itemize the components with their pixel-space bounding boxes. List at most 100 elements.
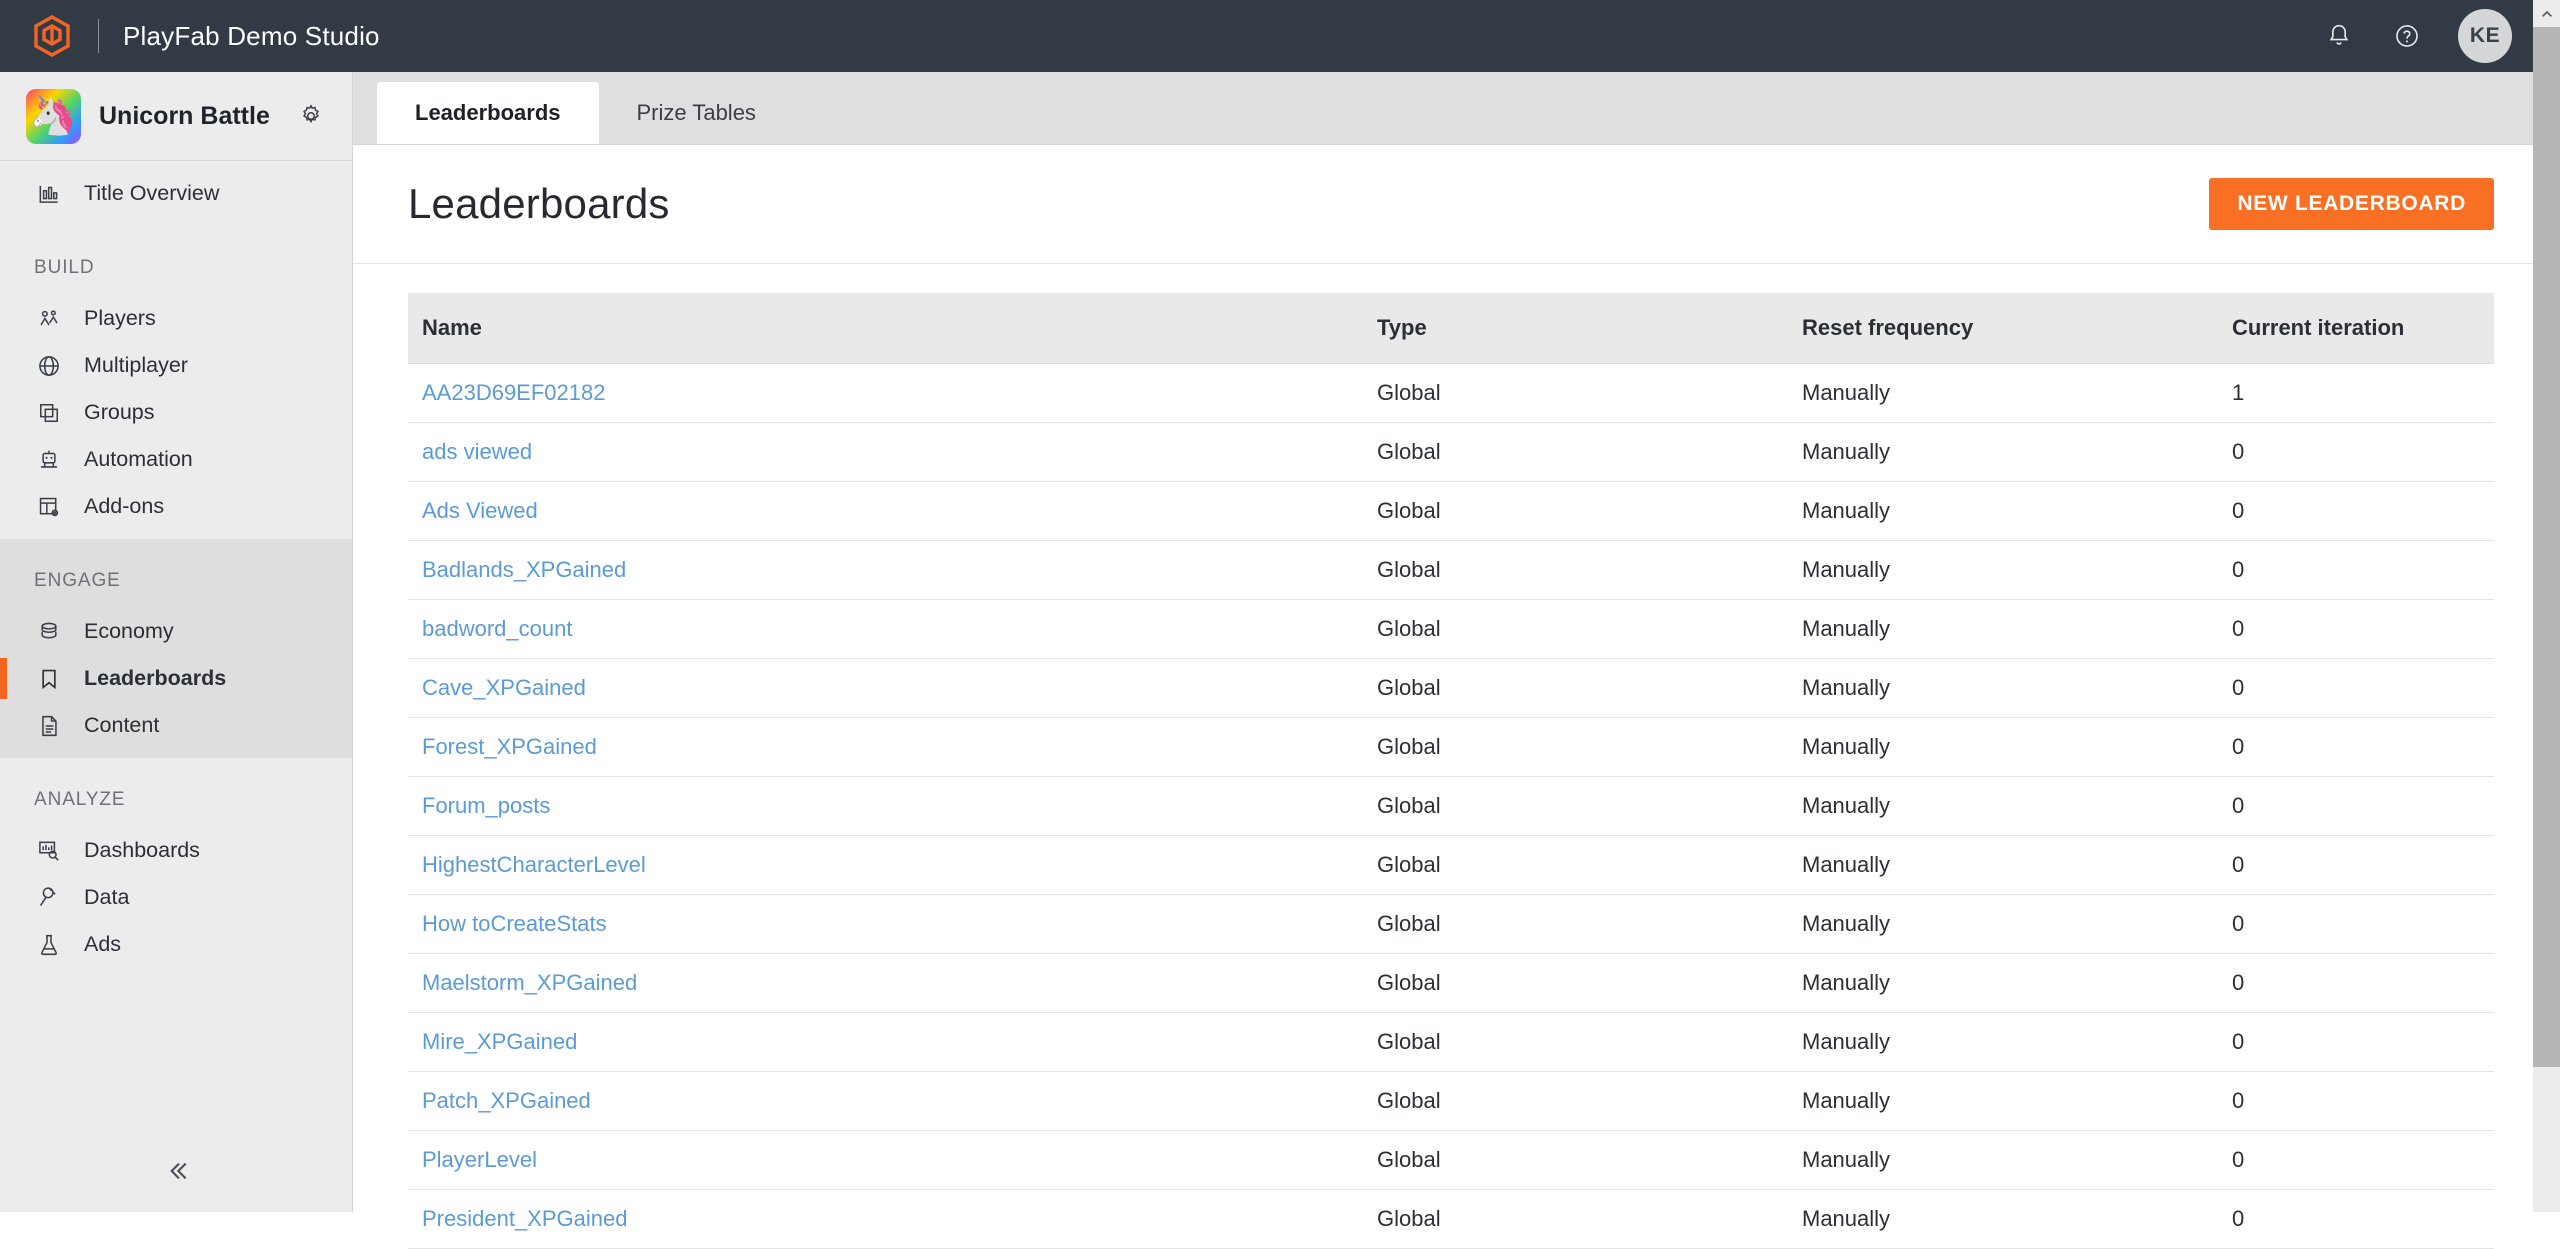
- sidebar-collapse-button[interactable]: [0, 1134, 353, 1212]
- bell-icon[interactable]: [2322, 19, 2356, 53]
- cell-type: Global: [1363, 481, 1788, 541]
- leaderboard-link[interactable]: Forum_posts: [422, 793, 550, 818]
- tab-prize-tables[interactable]: Prize Tables: [599, 82, 794, 144]
- cell-type: Global: [1363, 953, 1788, 1013]
- cell-type: Global: [1363, 1189, 1788, 1249]
- cell-iteration: 0: [2218, 1012, 2494, 1072]
- nav-block-overview: Title Overview: [0, 161, 352, 226]
- table-row: AA23D69EF02182 Global Manually 1: [408, 363, 2494, 423]
- sidebar-item-content[interactable]: Content: [0, 702, 352, 749]
- cell-name: Forum_posts: [408, 776, 1363, 836]
- leaderboard-link[interactable]: PlayerLevel: [422, 1147, 537, 1172]
- cell-type: Global: [1363, 835, 1788, 895]
- cell-reset: Manually: [1788, 1130, 2218, 1190]
- cell-name: Patch_XPGained: [408, 1071, 1363, 1131]
- sidebar-item-leaderboards[interactable]: Leaderboards: [0, 655, 352, 702]
- cell-name: Badlands_XPGained: [408, 540, 1363, 600]
- leaderboard-link[interactable]: Mire_XPGained: [422, 1029, 577, 1054]
- cell-type: Global: [1363, 776, 1788, 836]
- table-row: PlayerLevel Global Manually 0: [408, 1130, 2494, 1190]
- table-row: Forum_posts Global Manually 0: [408, 776, 2494, 836]
- page-header: Leaderboards NEW LEADERBOARD: [353, 145, 2542, 264]
- sidebar-item-automation[interactable]: Automation: [0, 436, 352, 483]
- cell-name: badword_count: [408, 599, 1363, 659]
- cell-iteration: 0: [2218, 422, 2494, 482]
- new-leaderboard-button[interactable]: NEW LEADERBOARD: [2209, 178, 2494, 230]
- product-name: PlayFab Demo Studio: [123, 20, 380, 51]
- sidebar-item-economy[interactable]: Economy: [0, 608, 352, 655]
- sidebar-item-players[interactable]: Players: [0, 295, 352, 342]
- column-header-iteration[interactable]: Current iteration: [2218, 293, 2494, 364]
- cell-name: HighestCharacterLevel: [408, 835, 1363, 895]
- question-circle-icon[interactable]: [2390, 19, 2424, 53]
- leaderboard-link[interactable]: badword_count: [422, 616, 572, 641]
- cell-type: Global: [1363, 717, 1788, 777]
- sidebar-item-data[interactable]: Data: [0, 874, 352, 921]
- gear-icon[interactable]: [296, 101, 326, 131]
- sidebar-item-groups[interactable]: Groups: [0, 389, 352, 436]
- table-row: Badlands_XPGained Global Manually 0: [408, 540, 2494, 600]
- nav-group-label-engage: ENGAGE: [34, 570, 121, 591]
- tab-leaderboards[interactable]: Leaderboards: [377, 82, 599, 144]
- cell-name: AA23D69EF02182: [408, 363, 1363, 423]
- leaderboard-link[interactable]: Ads Viewed: [422, 498, 538, 523]
- page-title: Leaderboards: [408, 180, 670, 227]
- bar-chart-icon: [34, 179, 64, 209]
- cell-iteration: 0: [2218, 717, 2494, 777]
- table-row: HighestCharacterLevel Global Manually 0: [408, 835, 2494, 895]
- sidebar-item-add-ons[interactable]: Add-ons: [0, 483, 352, 530]
- sidebar-item-label: Ads: [84, 932, 122, 956]
- bookmark-icon: [34, 664, 64, 694]
- chevron-up-icon[interactable]: [2533, 0, 2560, 27]
- double-chevron-left-icon: [161, 1155, 193, 1192]
- table-row: Ads Viewed Global Manually 0: [408, 481, 2494, 541]
- cell-reset: Manually: [1788, 894, 2218, 954]
- nav-group-label-analyze: ANALYZE: [34, 789, 126, 810]
- leaderboard-link[interactable]: Forest_XPGained: [422, 734, 597, 759]
- page-scrollbar-thumb[interactable]: [2533, 27, 2560, 1067]
- sidebar-item-dashboards[interactable]: Dashboards: [0, 827, 352, 874]
- cell-iteration: 0: [2218, 599, 2494, 659]
- sidebar-item-label: Add-ons: [84, 494, 165, 518]
- sidebar-item-label: Data: [84, 885, 130, 909]
- column-header-type[interactable]: Type: [1363, 293, 1788, 364]
- table-row: Mire_XPGained Global Manually 0: [408, 1012, 2494, 1072]
- cell-name: ads viewed: [408, 422, 1363, 482]
- avatar[interactable]: KE: [2458, 9, 2512, 63]
- table-row: Forest_XPGained Global Manually 0: [408, 717, 2494, 777]
- playfab-hex-logo-icon[interactable]: [28, 12, 76, 60]
- nav-block-build: BUILD Players Multiplayer Groups Automat…: [0, 226, 352, 539]
- leaderboards-table-container: Name Type Reset frequency Current iterat…: [353, 264, 2542, 1249]
- cell-type: Global: [1363, 599, 1788, 659]
- leaderboard-link[interactable]: How toCreateStats: [422, 911, 607, 936]
- leaderboard-link[interactable]: Badlands_XPGained: [422, 557, 626, 582]
- cell-type: Global: [1363, 894, 1788, 954]
- page-scrollbar-track[interactable]: [2533, 0, 2560, 1212]
- cell-reset: Manually: [1788, 1071, 2218, 1131]
- cell-name: PlayerLevel: [408, 1130, 1363, 1190]
- cell-name: Ads Viewed: [408, 481, 1363, 541]
- sidebar-item-multiplayer[interactable]: Multiplayer: [0, 342, 352, 389]
- cell-type: Global: [1363, 658, 1788, 718]
- people-icon: [34, 304, 64, 334]
- cell-reset: Manually: [1788, 599, 2218, 659]
- sidebar-item-label: Content: [84, 713, 160, 737]
- header-divider: [98, 19, 99, 53]
- leaderboard-link[interactable]: HighestCharacterLevel: [422, 852, 646, 877]
- leaderboard-link[interactable]: ads viewed: [422, 439, 532, 464]
- leaderboard-link[interactable]: President_XPGained: [422, 1206, 627, 1231]
- leaderboard-link[interactable]: Cave_XPGained: [422, 675, 586, 700]
- sidebar-item-label: Automation: [84, 447, 193, 471]
- title-card[interactable]: 🦄 Unicorn Battle: [0, 72, 352, 161]
- main-content: Leaderboards Prize Tables Leaderboards N…: [353, 72, 2542, 1249]
- leaderboard-link[interactable]: Patch_XPGained: [422, 1088, 591, 1113]
- stacked-squares-icon: [34, 398, 64, 428]
- leaderboard-link[interactable]: AA23D69EF02182: [422, 380, 605, 405]
- sidebar-item-title-overview[interactable]: Title Overview: [0, 170, 352, 217]
- column-header-name[interactable]: Name: [408, 293, 1363, 364]
- column-header-reset[interactable]: Reset frequency: [1788, 293, 2218, 364]
- leaderboard-link[interactable]: Maelstorm_XPGained: [422, 970, 637, 995]
- cell-type: Global: [1363, 422, 1788, 482]
- sidebar-item-ads[interactable]: Ads: [0, 921, 352, 968]
- cell-name: How toCreateStats: [408, 894, 1363, 954]
